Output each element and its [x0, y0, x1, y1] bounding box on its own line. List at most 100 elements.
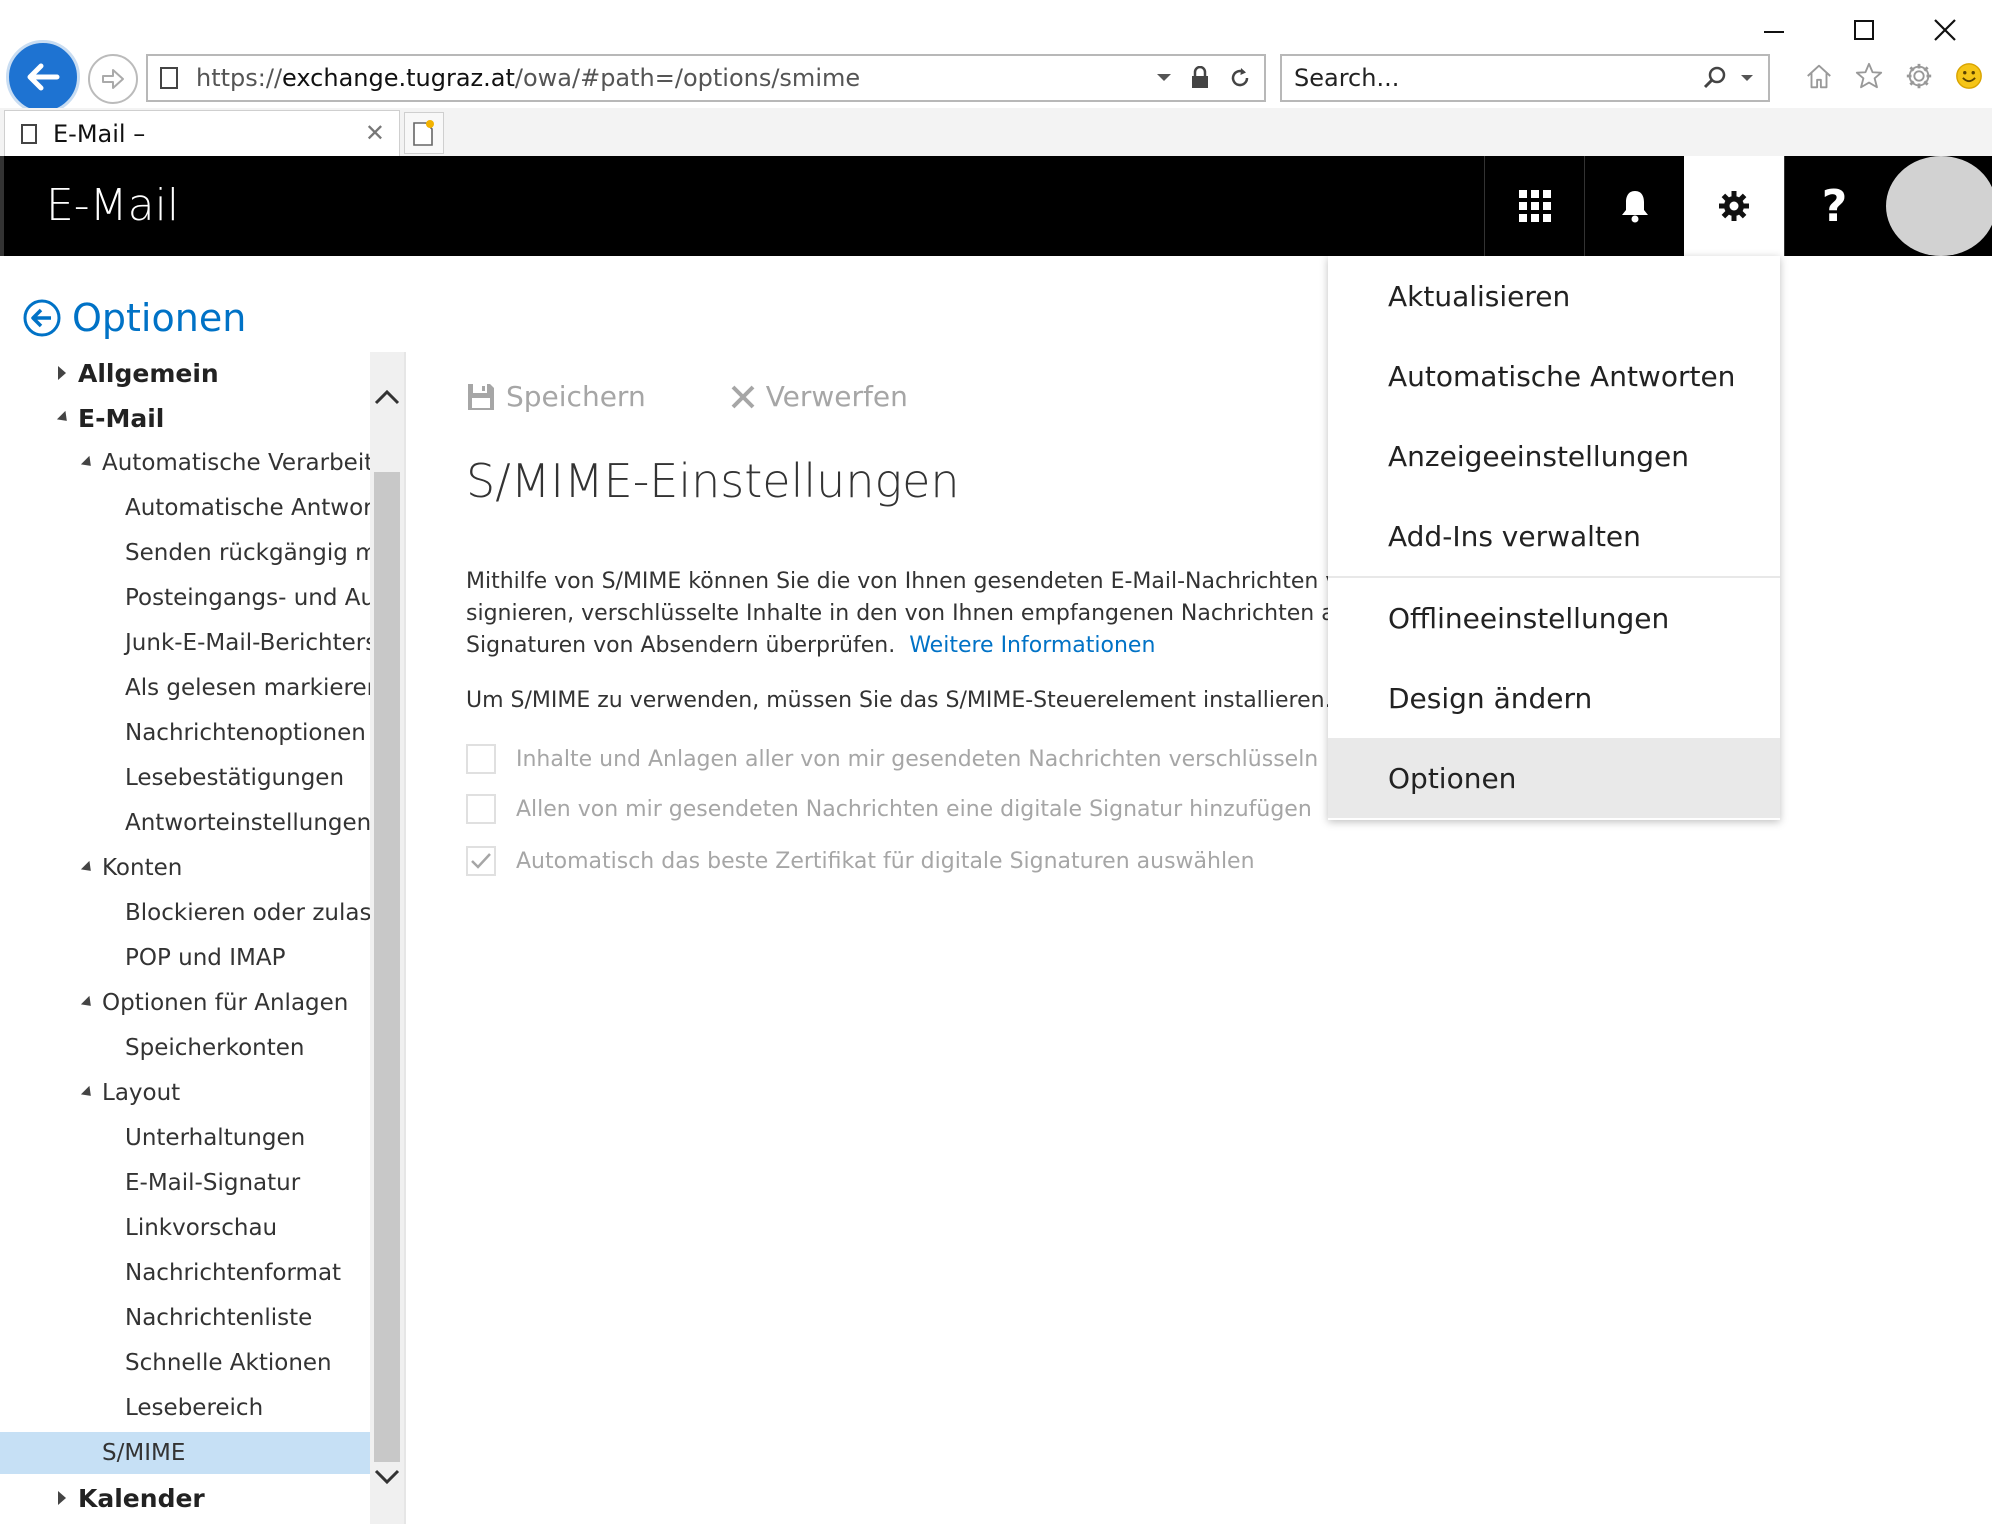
sidebar-item[interactable]: Junk-E-Mail-Berichterstattung [0, 622, 370, 664]
nav-divider [404, 352, 406, 1524]
sidebar-item[interactable]: Nachrichtenliste [0, 1297, 370, 1339]
encrypt-checkbox[interactable] [466, 744, 496, 774]
options-back-link[interactable]: Optionen [22, 296, 246, 340]
menu-item-offline-settings[interactable]: Offlineeinstellungen [1328, 578, 1780, 658]
tab-email[interactable]: E-Mail – ✕ [4, 110, 400, 156]
sidebar-item[interactable]: Nachrichtenformat [0, 1252, 370, 1294]
discard-button[interactable]: Verwerfen [730, 380, 908, 413]
sidebar-item[interactable]: Automatische Antworten [0, 487, 370, 529]
sidebar-item[interactable]: Optionen für Anlagen [0, 982, 370, 1024]
tab-close-icon[interactable]: ✕ [365, 119, 385, 148]
lock-icon[interactable] [1190, 66, 1210, 90]
menu-item-display-settings[interactable]: Anzeigeeinstellungen [1328, 416, 1780, 496]
help-button[interactable]: ? [1784, 156, 1884, 256]
sidebar-item[interactable]: Layout [0, 1072, 370, 1114]
sidebar-item[interactable]: Senden rückgängig machen [0, 532, 370, 574]
collapse-arrow-icon[interactable] [56, 410, 72, 426]
menu-item-automatic-replies[interactable]: Automatische Antworten [1328, 336, 1780, 416]
sidebar-item-label: Lesebereich [125, 1395, 264, 1421]
collapse-arrow-icon[interactable] [80, 860, 96, 876]
feedback-button[interactable] [1954, 58, 1984, 94]
browser-search-input[interactable] [1282, 58, 1702, 98]
new-tab-icon [413, 120, 434, 146]
sidebar-item-label: Lesebestätigungen [125, 765, 345, 791]
scroll-up-button[interactable] [372, 382, 402, 412]
gear-icon [1906, 63, 1932, 89]
avatar[interactable] [1884, 156, 1992, 256]
scroll-thumb[interactable] [374, 472, 400, 1462]
sidebar-item[interactable]: Antworteinstellungen [0, 802, 370, 844]
menu-item-label: Automatische Antworten [1388, 359, 1736, 393]
auto-cert-label: Automatisch das beste Zertifikat für dig… [516, 848, 1255, 874]
settings-menu: Aktualisieren Automatische Antworten Anz… [1328, 256, 1780, 820]
menu-item-refresh[interactable]: Aktualisieren [1328, 256, 1780, 336]
app-launcher-button[interactable] [1484, 156, 1584, 256]
sidebar-item[interactable]: E-Mail [0, 397, 370, 439]
save-button[interactable]: Speichern [466, 380, 646, 413]
sidebar-item[interactable]: POP und IMAP [0, 937, 370, 979]
sidebar-item-label: E-Mail [78, 403, 165, 433]
sidebar-item-label: Speicherkonten [125, 1035, 305, 1061]
menu-item-manage-addins[interactable]: Add-Ins verwalten [1328, 496, 1780, 576]
collapse-arrow-icon[interactable] [80, 995, 96, 1011]
sidebar-item-label: S/MIME [102, 1440, 186, 1466]
search-icon[interactable] [1702, 65, 1728, 91]
back-button[interactable] [6, 40, 80, 114]
command-bar: Speichern Verwerfen [466, 380, 908, 413]
refresh-icon[interactable] [1228, 66, 1252, 90]
home-button[interactable] [1804, 58, 1834, 94]
notifications-button[interactable] [1584, 156, 1684, 256]
sidebar-item-label: Senden rückgängig machen [125, 540, 370, 566]
expand-arrow-icon[interactable] [58, 366, 66, 380]
sidebar-item[interactable]: Lesebereich [0, 1387, 370, 1429]
encrypt-label: Inhalte und Anlagen aller von mir gesend… [516, 746, 1319, 772]
sidebar-item[interactable]: Automatische Verarbeitung [0, 442, 370, 484]
new-tab-button[interactable] [404, 112, 444, 154]
auto-cert-option[interactable]: Automatisch das beste Zertifikat für dig… [466, 846, 1255, 876]
sidebar-item[interactable]: S/MIME [0, 1432, 370, 1474]
sidebar-item[interactable]: Kalender [0, 1477, 370, 1519]
sidebar-item[interactable]: Linkvorschau [0, 1207, 370, 1249]
collapse-arrow-icon[interactable] [80, 1085, 96, 1101]
favorites-button[interactable] [1854, 58, 1884, 94]
browser-search-box[interactable] [1280, 54, 1770, 102]
menu-item-options[interactable]: Optionen [1328, 738, 1780, 818]
collapse-arrow-icon[interactable] [80, 455, 96, 471]
discard-label: Verwerfen [765, 380, 908, 413]
menu-item-label: Optionen [1388, 761, 1517, 795]
save-label: Speichern [506, 380, 646, 413]
address-bar[interactable]: https://exchange.tugraz.at/owa/#path=/op… [146, 54, 1266, 102]
sidebar-item[interactable]: Blockieren oder zulassen [0, 892, 370, 934]
sidebar-item[interactable]: Speicherkonten [0, 1027, 370, 1069]
expand-arrow-icon[interactable] [58, 1491, 66, 1505]
url-prefix: https:// [196, 64, 283, 92]
sidebar-item[interactable]: Posteingangs- und Aufräumregeln [0, 577, 370, 619]
sidebar-item[interactable]: Unterhaltungen [0, 1117, 370, 1159]
sidebar-item[interactable]: Konten [0, 847, 370, 889]
tools-button[interactable] [1904, 58, 1934, 94]
scroll-down-button[interactable] [372, 1462, 402, 1492]
sidebar-item[interactable]: Allgemein [0, 352, 370, 394]
settings-button[interactable] [1684, 156, 1784, 256]
sidebar-item-label: Unterhaltungen [125, 1125, 306, 1151]
nav-scrollbar[interactable] [370, 352, 404, 1524]
sidebar-item[interactable]: Nachrichtenoptionen [0, 712, 370, 754]
forward-button[interactable] [88, 54, 138, 104]
sidebar-item[interactable]: Lesebestätigungen [0, 757, 370, 799]
menu-item-change-theme[interactable]: Design ändern [1328, 658, 1780, 738]
encrypt-option[interactable]: Inhalte und Anlagen aller von mir gesend… [466, 744, 1318, 774]
dropdown-arrow-icon[interactable] [1156, 73, 1172, 83]
more-info-link[interactable]: Weitere Informationen [909, 633, 1155, 658]
page-icon [160, 67, 178, 89]
sign-checkbox[interactable] [466, 794, 496, 824]
auto-cert-checkbox[interactable] [466, 846, 496, 876]
app-title[interactable]: E-Mail [46, 180, 179, 231]
search-dropdown-icon[interactable] [1740, 74, 1754, 83]
sign-option[interactable]: Allen von mir gesendeten Nachrichten ein… [466, 794, 1312, 824]
sidebar-item[interactable]: Als gelesen markieren [0, 667, 370, 709]
sidebar-item[interactable]: Schnelle Aktionen [0, 1342, 370, 1384]
sidebar-item[interactable]: E-Mail-Signatur [0, 1162, 370, 1204]
url-text[interactable]: https://exchange.tugraz.at/owa/#path=/op… [196, 64, 1156, 92]
browser-nav-row: https://exchange.tugraz.at/owa/#path=/op… [0, 36, 1992, 116]
sidebar-item-label: Allgemein [78, 358, 219, 388]
